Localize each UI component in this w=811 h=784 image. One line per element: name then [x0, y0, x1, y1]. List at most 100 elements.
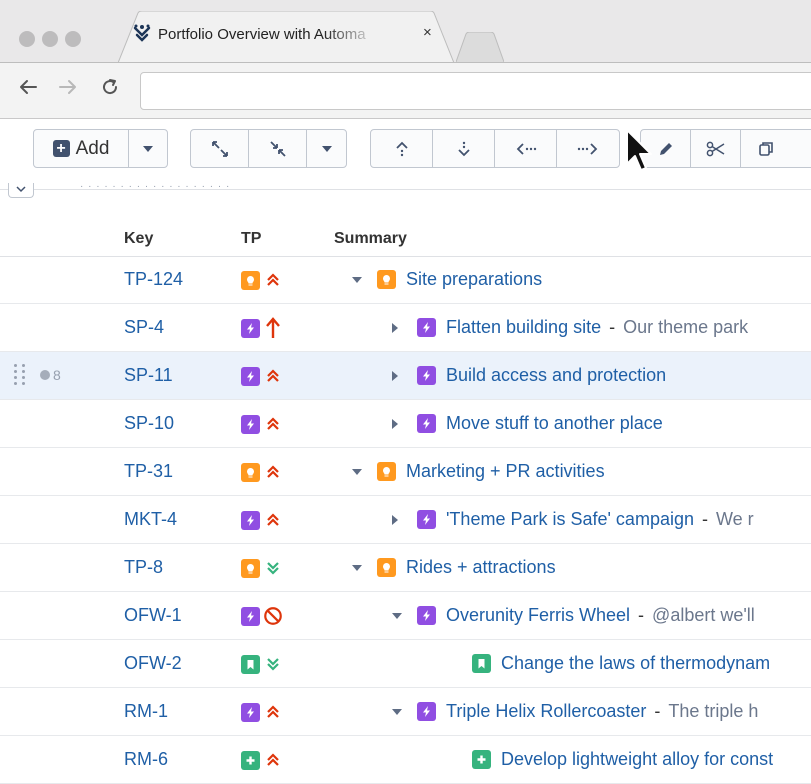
summary-link[interactable]: Site preparations [406, 269, 542, 290]
tp-cell [241, 510, 283, 530]
priority-low-icon [263, 558, 283, 578]
collapse-toggle-icon[interactable] [392, 704, 408, 720]
expand-toggle-icon[interactable] [392, 512, 408, 528]
summary-link[interactable]: Change the laws of thermodynam [501, 653, 770, 674]
summary-link[interactable]: Move stuff to another place [446, 413, 663, 434]
lightning-icon [417, 702, 436, 721]
table-row[interactable]: RM-6 Develop lightweight alloy for const [0, 736, 811, 784]
table-row[interactable]: SP-10 Move stuff to another place [0, 400, 811, 448]
collapse-toggle-icon[interactable] [352, 272, 368, 288]
issue-key-link[interactable]: OFW-2 [124, 653, 182, 674]
column-header-tp[interactable]: TP [241, 230, 261, 248]
expand-toggle-icon[interactable] [392, 416, 408, 432]
collapse-toggle-icon[interactable] [392, 608, 408, 624]
table-row[interactable]: TP-31 Marketing + PR activities [0, 448, 811, 496]
watch-icon [40, 370, 50, 380]
drag-handle[interactable] [14, 364, 26, 385]
move-buttons-group [370, 129, 620, 168]
window-minimize-button[interactable] [42, 31, 58, 47]
lightning-icon [241, 366, 260, 386]
tab-close-icon[interactable]: × [423, 24, 432, 41]
summary-separator: - [609, 317, 616, 337]
forward-arrow-icon[interactable] [58, 77, 78, 101]
summary-link[interactable]: Overunity Ferris Wheel [446, 605, 630, 626]
collapse-toggle-icon[interactable] [352, 464, 368, 480]
issue-key-link[interactable]: SP-11 [124, 365, 173, 386]
summary-cell: Overunity Ferris Wheel - @albert we'll [392, 605, 755, 626]
tp-cell [241, 414, 283, 434]
expand-toggle-icon[interactable] [392, 320, 408, 336]
dotted-arrow-left-icon [516, 142, 536, 155]
table-row[interactable]: RM-1 Triple Helix Rollercoaster - The tripl… [0, 688, 811, 736]
pencil-icon [659, 142, 672, 155]
issue-key-link[interactable]: SP-10 [124, 413, 174, 434]
summary-link[interactable]: Marketing + PR activities [406, 461, 605, 482]
summary-cell: Marketing + PR activities [352, 461, 605, 482]
add-dropdown-button[interactable] [129, 130, 167, 167]
priority-low-icon [263, 654, 283, 674]
priority-high-icon [263, 462, 283, 482]
collapse-toggle-icon[interactable] [352, 560, 368, 576]
table-row[interactable]: OFW-1 Overunity Ferris Wheel - @albert we'l… [0, 592, 811, 640]
new-tab-button[interactable] [456, 32, 504, 62]
lightning-icon [417, 414, 436, 433]
summary-link[interactable]: Triple Helix Rollercoaster [446, 701, 646, 722]
summary-description: Our theme park [623, 317, 749, 337]
issue-key-link[interactable]: MKT-4 [124, 509, 177, 530]
summary-link[interactable]: Build access and protection [446, 365, 666, 386]
tp-cell [241, 606, 283, 626]
table-row[interactable]: 8 SP-11 Build access and protection [0, 352, 811, 400]
lightbulb-icon [377, 462, 396, 481]
back-arrow-icon[interactable] [18, 77, 38, 101]
copy-button[interactable] [741, 130, 791, 167]
summary-cell: Build access and protection [392, 365, 666, 386]
browser-tab-active[interactable]: Portfolio Overview with Automa × [118, 11, 454, 63]
column-header-summary[interactable]: Summary [334, 230, 407, 248]
summary-cell: Develop lightweight alloy for const [472, 749, 773, 770]
issue-key-link[interactable]: TP-8 [124, 557, 163, 578]
expand-icon [211, 140, 228, 157]
summary-link[interactable]: 'Theme Park is Safe' campaign [446, 509, 694, 530]
summary-cell: Move stuff to another place [392, 413, 663, 434]
window-zoom-button[interactable] [65, 31, 81, 47]
address-bar[interactable] [140, 72, 811, 110]
move-up-button[interactable] [371, 130, 433, 167]
move-left-button[interactable] [495, 130, 557, 167]
issue-key-link[interactable]: OFW-1 [124, 605, 182, 626]
move-right-button[interactable] [557, 130, 619, 167]
table-row[interactable]: MKT-4 'Theme Park is Safe' campaign - We r [0, 496, 811, 544]
tp-cell [241, 702, 283, 722]
add-button[interactable]: + Add [34, 130, 129, 167]
toolbar-collapse-toggle[interactable] [8, 183, 34, 198]
lightning-icon [417, 510, 436, 529]
table-row[interactable]: SP-4 Flatten building site - Our theme park [0, 304, 811, 352]
move-down-button[interactable] [433, 130, 495, 167]
window-close-button[interactable] [19, 31, 35, 47]
summary-link[interactable]: Develop lightweight alloy for const [501, 749, 773, 770]
add-button-group: + Add [33, 129, 168, 168]
issue-key-link[interactable]: TP-31 [124, 461, 173, 482]
issue-key-link[interactable]: RM-6 [124, 749, 168, 770]
expand-toggle-icon[interactable] [392, 368, 408, 384]
cut-button[interactable] [691, 130, 741, 167]
expand-all-button[interactable] [191, 130, 249, 167]
table-row[interactable]: TP-8 Rides + attractions [0, 544, 811, 592]
plus-icon [241, 750, 260, 770]
summary-link[interactable]: Rides + attractions [406, 557, 556, 578]
reload-icon[interactable] [100, 77, 120, 101]
table-row[interactable]: OFW-2 Change the laws of thermodynam [0, 640, 811, 688]
issue-key-link[interactable]: SP-4 [124, 317, 164, 338]
table-row[interactable]: TP-124 Site preparations [0, 256, 811, 304]
tp-cell [241, 558, 283, 578]
watchers-badge[interactable]: 8 [40, 367, 61, 383]
column-header-key[interactable]: Key [124, 230, 153, 248]
lightning-icon [241, 510, 260, 530]
summary-link[interactable]: Flatten building site [446, 317, 601, 338]
dotted-arrow-right-icon [577, 142, 598, 155]
lightning-icon [417, 606, 436, 625]
priority-high-icon [263, 510, 283, 530]
expand-dropdown-button[interactable] [307, 130, 346, 167]
issue-key-link[interactable]: TP-124 [124, 269, 183, 290]
issue-key-link[interactable]: RM-1 [124, 701, 168, 722]
collapse-all-button[interactable] [249, 130, 307, 167]
